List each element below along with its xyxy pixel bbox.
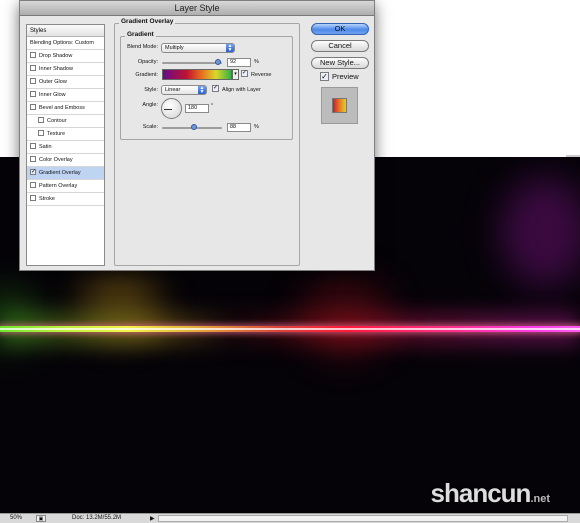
blend-mode-label: Blend Mode:	[127, 44, 158, 50]
scale-unit: %	[254, 124, 259, 130]
style-checkbox[interactable]	[30, 194, 36, 201]
style-item-label: Texture	[47, 131, 66, 137]
blend-mode-value: Multiply	[165, 45, 184, 51]
ok-button[interactable]: OK	[311, 23, 369, 35]
light-beam-core	[0, 328, 580, 330]
style-item-label: Color Overlay	[39, 157, 73, 163]
preview-swatch	[332, 98, 347, 113]
style-item-label: Contour	[47, 118, 67, 124]
status-menu-arrow-icon[interactable]: ▶	[150, 515, 155, 522]
angle-unit: °	[211, 103, 214, 109]
watermark-text: shancun	[430, 478, 532, 508]
style-item-gradient-overlay[interactable]: ✓ Gradient Overlay	[27, 167, 104, 180]
reverse-checkbox[interactable]: ✓	[241, 70, 248, 77]
style-item-texture[interactable]: Texture	[27, 128, 104, 141]
style-item-bevel-and-emboss[interactable]: Bevel and Emboss	[27, 102, 104, 115]
reverse-checkbox-row[interactable]: ✓ Reverse	[241, 70, 272, 78]
style-item-label: Stroke	[39, 196, 55, 202]
align-label: Align with Layer	[222, 86, 261, 93]
style-item-label: Inner Shadow	[39, 66, 73, 72]
style-item-outer-glow[interactable]: Outer Glow	[27, 76, 104, 89]
style-checkbox[interactable]	[30, 155, 36, 162]
style-checkbox[interactable]	[38, 129, 44, 136]
document-info-icon[interactable]: ▣	[36, 515, 46, 522]
style-item-blending-options-custom[interactable]: Blending Options: Custom	[27, 37, 104, 50]
preview-thumbnail	[321, 87, 358, 124]
style-item-inner-shadow[interactable]: Inner Shadow	[27, 63, 104, 76]
style-item-stroke[interactable]: Stroke	[27, 193, 104, 206]
style-checkbox[interactable]	[38, 116, 44, 123]
style-item-label: Outer Glow	[39, 79, 67, 85]
preview-checkbox[interactable]: ✓	[320, 71, 329, 81]
align-checkbox[interactable]: ✓	[212, 85, 219, 92]
style-item-contour[interactable]: Contour	[27, 115, 104, 128]
styles-header[interactable]: Styles	[27, 25, 104, 37]
gradient-label: Gradient:	[135, 72, 158, 78]
style-item-label: Inner Glow	[39, 92, 66, 98]
reverse-label: Reverse	[251, 71, 272, 78]
style-item-label: Gradient Overlay	[39, 170, 81, 176]
style-item-label: Drop Shadow	[39, 53, 73, 59]
style-label: Style:	[144, 87, 158, 93]
angle-label: Angle:	[142, 102, 158, 108]
watermark-logo: shancun.net	[431, 478, 550, 509]
opacity-field[interactable]: 92	[227, 58, 251, 67]
style-checkbox[interactable]	[30, 142, 36, 149]
scale-label: Scale:	[142, 124, 158, 130]
style-checkbox[interactable]	[30, 51, 36, 58]
panel-title: Gradient Overlay	[119, 18, 176, 25]
style-item-drop-shadow[interactable]: Drop Shadow	[27, 50, 104, 63]
style-item-label: Bevel and Emboss	[39, 105, 85, 111]
new-style-button[interactable]: New Style...	[311, 57, 369, 69]
angle-dial[interactable]	[161, 98, 182, 119]
style-item-label: Blending Options: Custom	[30, 40, 94, 46]
scale-slider-thumb[interactable]	[191, 124, 197, 130]
watermark-suffix: .net	[530, 493, 550, 505]
preview-checkbox-row[interactable]: ✓ Preview	[320, 71, 359, 82]
opacity-label: Opacity:	[137, 59, 158, 65]
angle-field[interactable]: 180	[185, 104, 209, 113]
scale-field[interactable]: 88	[227, 123, 251, 132]
style-item-satin[interactable]: Satin	[27, 141, 104, 154]
style-item-label: Pattern Overlay	[39, 183, 78, 189]
horizontal-scrollbar[interactable]	[158, 515, 568, 522]
chevron-updown-icon: ▲ ▼	[198, 85, 206, 95]
style-checkbox[interactable]	[30, 77, 36, 84]
glow-purple	[500, 177, 580, 287]
style-checkbox[interactable]	[30, 90, 36, 97]
style-item-color-overlay[interactable]: Color Overlay	[27, 154, 104, 167]
gradient-swatch[interactable]	[162, 69, 232, 80]
style-checkbox[interactable]	[30, 181, 36, 188]
style-value: Linear	[165, 87, 181, 93]
style-item-inner-glow[interactable]: Inner Glow	[27, 89, 104, 102]
blend-mode-select[interactable]: Multiply ▲ ▼	[161, 43, 235, 53]
layer-style-dialog: Layer Style Styles Blending Options: Cus…	[19, 0, 375, 271]
styles-list: Styles Blending Options: Custom Drop Shad…	[26, 24, 105, 266]
opacity-unit: %	[254, 59, 259, 65]
style-select[interactable]: Linear ▲ ▼	[161, 85, 207, 95]
style-checkbox[interactable]	[30, 103, 36, 110]
chevron-updown-icon: ▲ ▼	[226, 43, 234, 53]
doc-size: Doc: 13.2M/55.2M	[72, 515, 122, 521]
preview-label: Preview	[332, 72, 359, 81]
style-checkbox[interactable]	[30, 64, 36, 71]
status-bar: 50% ▣ Doc: 13.2M/55.2M ▶	[0, 513, 580, 523]
gradient-dropdown-icon[interactable]: ▾	[232, 69, 239, 80]
opacity-slider[interactable]	[162, 62, 222, 64]
style-item-pattern-overlay[interactable]: Pattern Overlay	[27, 180, 104, 193]
style-item-label: Satin	[39, 144, 52, 150]
align-checkbox-row[interactable]: ✓ Align with Layer	[212, 85, 261, 93]
style-checkbox[interactable]: ✓	[30, 168, 36, 175]
group-title: Gradient	[125, 31, 156, 38]
opacity-slider-thumb[interactable]	[215, 59, 221, 65]
cancel-button[interactable]: Cancel	[311, 40, 369, 52]
angle-dial-hand	[164, 109, 172, 110]
zoom-level[interactable]: 50%	[10, 515, 22, 521]
dialog-title[interactable]: Layer Style	[20, 1, 374, 16]
